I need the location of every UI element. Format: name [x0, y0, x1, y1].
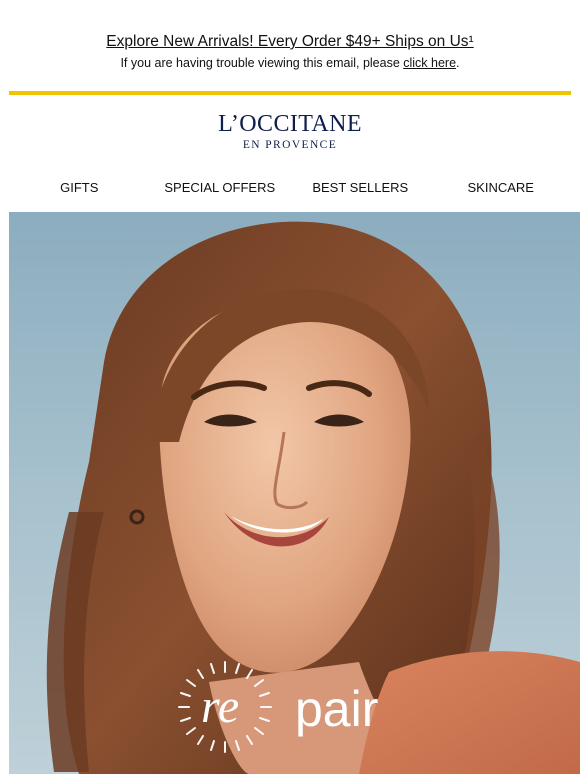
brand-logo[interactable]: L’OCCITANE EN PROVENCE: [0, 110, 580, 152]
repair-logo-prefix: re: [201, 680, 239, 733]
brand-subtitle: EN PROVENCE: [242, 139, 338, 151]
click-here-link[interactable]: click here: [403, 56, 456, 70]
header-divider: [9, 91, 571, 95]
repair-logo-suffix: pair: [295, 681, 378, 737]
promo-headline-link[interactable]: Explore New Arrivals! Every Order $49+ S…: [0, 33, 580, 51]
brand-name: L’OCCITANE: [218, 111, 362, 137]
main-nav: GIFTS SPECIAL OFFERS BEST SELLERS SKINCA…: [9, 180, 571, 195]
trouble-viewing-line: If you are having trouble viewing this e…: [0, 56, 580, 70]
repair-logo: re pair: [178, 661, 378, 753]
email-page: Explore New Arrivals! Every Order $49+ S…: [0, 0, 580, 774]
trouble-text: If you are having trouble viewing this e…: [120, 56, 404, 70]
nav-skincare[interactable]: SKINCARE: [431, 180, 572, 195]
trouble-end: .: [456, 56, 460, 70]
nav-best-sellers[interactable]: BEST SELLERS: [290, 180, 431, 195]
nav-gifts[interactable]: GIFTS: [9, 180, 150, 195]
hero-image[interactable]: re pair: [9, 212, 580, 774]
nav-special-offers[interactable]: SPECIAL OFFERS: [150, 180, 291, 195]
